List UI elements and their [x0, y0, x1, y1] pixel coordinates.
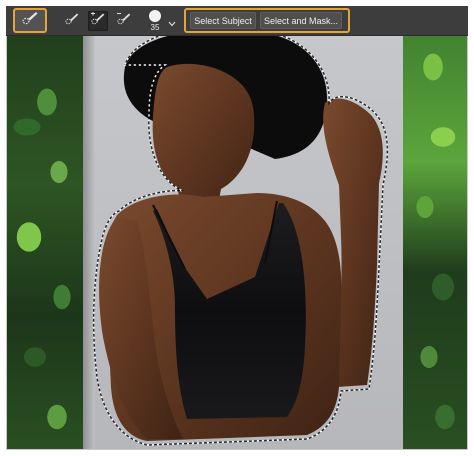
- subject-actions-group: Select Subject Select and Mask...: [184, 8, 350, 33]
- options-bar: 35 Select Subject Select and Mask...: [6, 6, 468, 36]
- select-subject-button[interactable]: Select Subject: [190, 12, 256, 29]
- select-and-mask-button[interactable]: Select and Mask...: [260, 12, 342, 29]
- subtract-from-selection-brush-icon: [116, 12, 132, 31]
- brush-size-picker[interactable]: 35: [140, 8, 180, 34]
- selection-mode-group: [62, 10, 134, 32]
- chevron-down-icon: [168, 14, 176, 32]
- new-selection-button[interactable]: [62, 11, 82, 31]
- subject-photo: [92, 25, 389, 446]
- photoshop-window: [6, 6, 468, 450]
- current-tool-button[interactable]: [13, 8, 47, 33]
- brush-size-value: 35: [150, 23, 160, 32]
- subtract-from-selection-button[interactable]: [114, 11, 134, 31]
- new-selection-brush-icon: [64, 12, 80, 31]
- brush-preview-dot: [149, 10, 161, 22]
- add-to-selection-button[interactable]: [88, 11, 108, 31]
- quick-selection-brush-icon: [21, 10, 39, 31]
- add-to-selection-brush-icon: [90, 11, 106, 31]
- document-canvas[interactable]: [7, 7, 467, 449]
